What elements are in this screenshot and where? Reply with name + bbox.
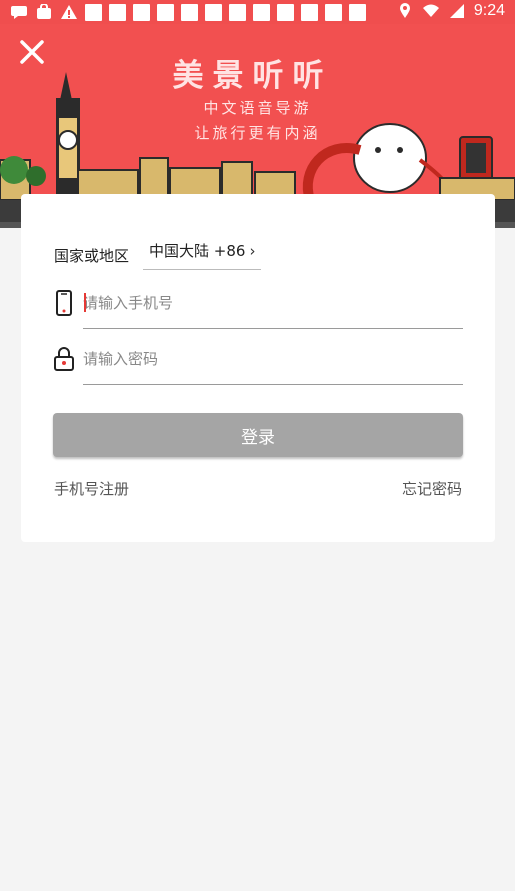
notification-icons	[10, 3, 366, 21]
notification-icon	[349, 3, 366, 21]
notification-icon	[109, 3, 126, 21]
signal-icon	[448, 2, 466, 20]
notification-icon	[229, 3, 246, 21]
register-link[interactable]: 手机号注册	[54, 478, 129, 499]
clock: 9:24	[473, 2, 505, 19]
region-row: 国家或地区 中国大陆 +86 ›	[54, 240, 262, 270]
notification-icon	[253, 3, 270, 21]
banner-subtitle-line2: 让旅行更有内涵	[194, 124, 321, 142]
notification-icon	[301, 3, 318, 21]
notification-icon	[157, 3, 174, 21]
close-icon[interactable]	[18, 38, 46, 66]
password-underline	[83, 384, 463, 385]
banner-subtitle-line1: 中文语音导游	[203, 99, 312, 117]
notification-icon	[85, 3, 102, 21]
region-label: 国家或地区	[54, 246, 130, 265]
location-icon	[396, 2, 414, 20]
notification-icon	[325, 3, 342, 21]
notification-icon	[205, 3, 222, 21]
region-value: 中国大陆 +86	[149, 242, 246, 260]
password-input[interactable]	[83, 346, 461, 372]
login-button[interactable]: 登录	[53, 413, 463, 457]
warning-icon	[60, 3, 78, 21]
wifi-icon	[422, 2, 440, 20]
notification-icon	[181, 3, 198, 21]
phone-icon	[54, 290, 74, 316]
shop-icon	[35, 3, 53, 21]
chevron-right-icon: ›	[249, 241, 256, 260]
region-selector[interactable]: 中国大陆 +86 ›	[143, 240, 262, 270]
phone-field	[54, 290, 463, 330]
text-cursor	[84, 293, 86, 312]
message-icon	[10, 3, 28, 21]
status-bar: 9:24	[0, 0, 515, 24]
login-card: 国家或地区 中国大陆 +86 › 登录 手机号注册 忘记密码	[21, 194, 495, 542]
phone-input[interactable]	[83, 290, 461, 316]
system-icons: 9:24	[396, 2, 505, 20]
password-field	[54, 346, 463, 386]
lock-icon	[54, 346, 74, 372]
notification-icon	[277, 3, 294, 21]
phone-underline	[83, 328, 463, 329]
forgot-password-link[interactable]: 忘记密码	[402, 478, 462, 499]
banner-title: 美景听听	[172, 58, 333, 94]
notification-icon	[133, 3, 150, 21]
